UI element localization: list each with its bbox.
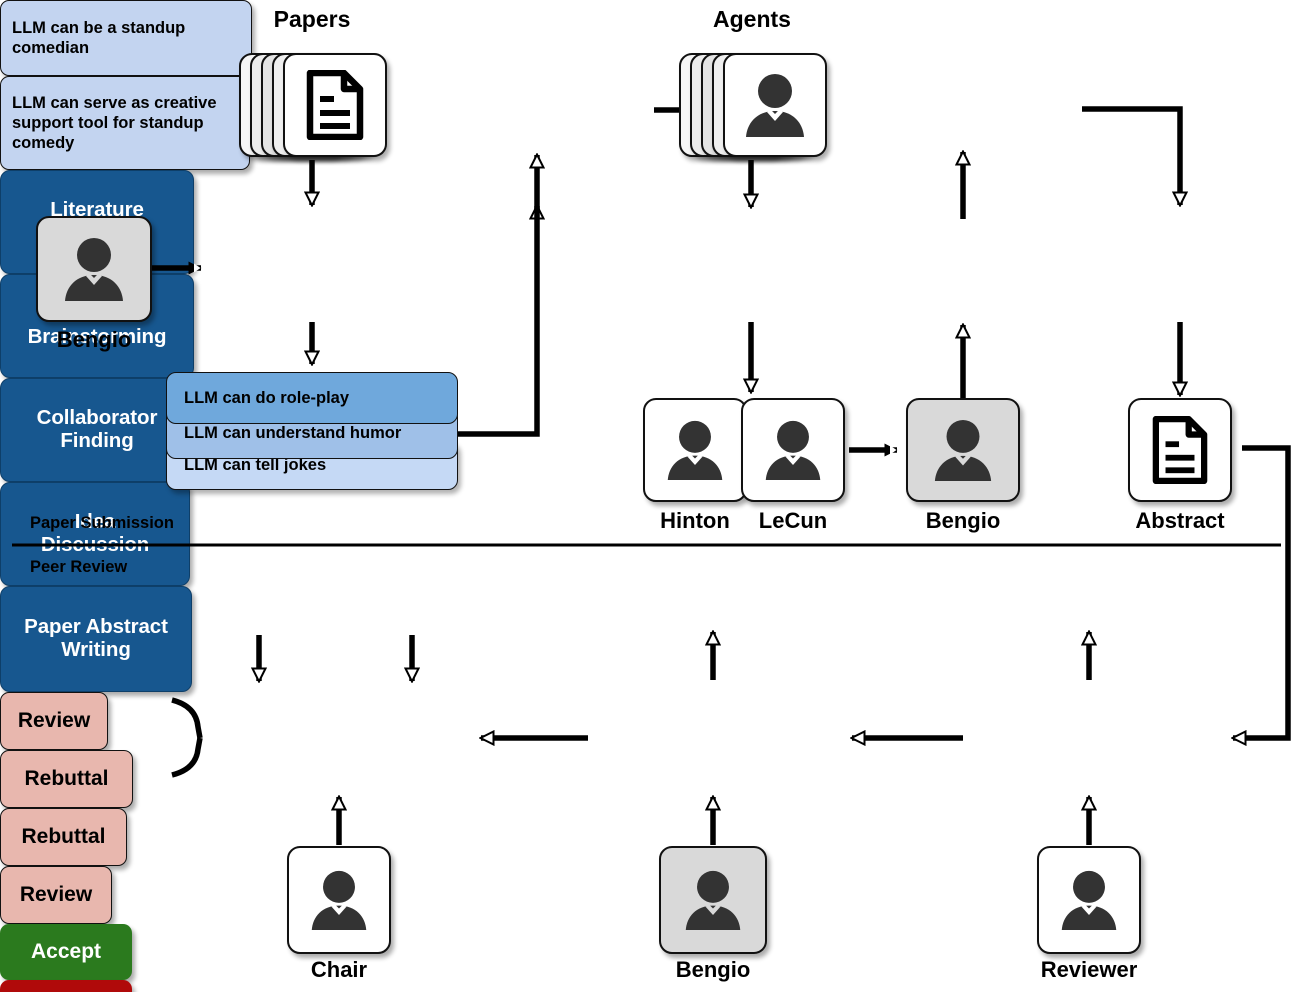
process-node-paper-abstract-writing-line2: Writing	[61, 638, 131, 661]
capability-role-play[interactable]: LLM can do role-play	[166, 372, 458, 424]
papers-stack-front-card[interactable]	[283, 53, 387, 157]
artifact-abstract-card[interactable]	[1128, 398, 1232, 502]
persona-lecun-label: LeCun	[758, 508, 828, 533]
persona-bengio-bottom-card[interactable]	[659, 846, 767, 954]
process-node-paper-abstract-writing[interactable]: Paper Abstract Writing	[0, 586, 192, 692]
artifact-review-right[interactable]: Review	[0, 866, 112, 924]
section-label-peer-review: Peer Review	[30, 558, 128, 576]
persona-bengio-top-card[interactable]	[36, 216, 152, 322]
person-icon	[61, 235, 127, 303]
person-icon	[931, 417, 995, 483]
process-node-collaborator-finding-line2: Finding	[60, 429, 134, 452]
diagram-canvas: Papers Agents LLM can be a standup comed…	[0, 0, 1304, 992]
artifact-abstract-label: Abstract	[1135, 508, 1225, 533]
document-icon	[1152, 416, 1208, 484]
persona-reviewer-card[interactable]	[1037, 846, 1141, 954]
agents-stack-front-card[interactable]	[723, 53, 827, 157]
persona-bengio-top-label: Bengio	[56, 327, 132, 352]
person-icon	[664, 418, 726, 482]
persona-chair-label: Chair	[310, 957, 368, 982]
document-icon	[306, 70, 364, 140]
persona-reviewer-label: Reviewer	[1040, 957, 1138, 982]
process-node-collaborator-finding[interactable]: Collaborator Finding	[0, 378, 194, 482]
person-icon	[762, 418, 824, 482]
decision-accept-button[interactable]: Accept	[0, 924, 132, 980]
process-node-idea-discussion-line2: Discussion	[40, 533, 150, 556]
artifact-rebuttal-left[interactable]: Rebuttal	[0, 750, 133, 808]
artifact-review-left[interactable]: Review	[0, 692, 108, 750]
person-icon	[1058, 868, 1120, 932]
persona-bengio-mid-label: Bengio	[925, 508, 1001, 533]
group-label-papers: Papers	[273, 6, 351, 32]
persona-bengio-mid-card[interactable]	[906, 398, 1020, 502]
callout-standup-comedian[interactable]: LLM can be a standup comedian	[0, 0, 252, 76]
group-label-agents: Agents	[713, 6, 791, 32]
artifact-rebuttal-mid[interactable]: Rebuttal	[0, 808, 127, 866]
person-icon	[308, 868, 370, 932]
person-icon	[682, 868, 744, 932]
persona-hinton-card[interactable]	[643, 398, 747, 502]
persona-bengio-bottom-label: Bengio	[675, 957, 751, 982]
process-node-collaborator-finding-line1: Collaborator	[36, 406, 158, 430]
decision-reject-button[interactable]: Reject	[0, 980, 132, 992]
persona-lecun-card[interactable]	[741, 398, 845, 502]
person-icon	[742, 71, 808, 139]
callout-creative-support[interactable]: LLM can serve as creative support tool f…	[0, 76, 250, 170]
process-node-paper-abstract-writing-line1: Paper Abstract	[24, 615, 168, 639]
section-label-paper-submission: Paper Submission	[30, 514, 174, 532]
persona-hinton-label: Hinton	[660, 508, 730, 533]
persona-chair-card[interactable]	[287, 846, 391, 954]
